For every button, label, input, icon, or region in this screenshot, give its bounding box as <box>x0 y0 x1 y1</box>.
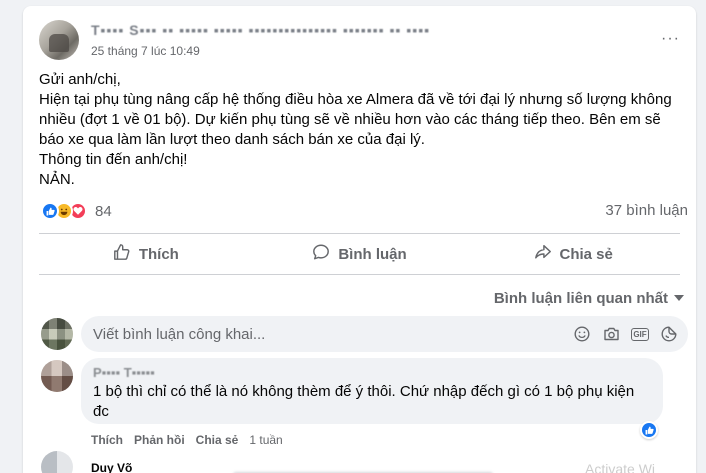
like-label: Thích <box>138 245 179 263</box>
comment-button[interactable]: Bình luận <box>253 236 467 272</box>
like-reaction-icon <box>41 202 59 220</box>
post-timestamp[interactable]: 25 tháng 7 lúc 10:49 <box>91 44 200 58</box>
more-options-button[interactable]: ··· <box>661 30 680 48</box>
commenter-avatar[interactable] <box>41 360 73 392</box>
sticker-icon[interactable] <box>660 325 678 343</box>
comment-sort-dropdown[interactable]: Bình luận liên quan nhất <box>494 290 684 307</box>
share-button[interactable]: Chia sẻ <box>466 236 680 272</box>
comment-input[interactable] <box>93 316 563 352</box>
comment-share-button[interactable]: Chia sẻ <box>196 433 239 447</box>
comment-composer[interactable]: GIF <box>81 316 688 352</box>
activation-watermark: Activate Wi <box>585 461 656 473</box>
divider <box>39 274 680 275</box>
second-commenter-name[interactable]: Duy Võ <box>91 461 132 473</box>
comment-count[interactable]: 37 bình luận <box>605 202 688 219</box>
post-line: Gửi anh/chị, <box>39 71 121 88</box>
smile-icon[interactable] <box>573 325 591 343</box>
post-line: NẢN. <box>39 171 75 188</box>
second-commenter-avatar[interactable] <box>41 451 73 473</box>
comment-sort-label: Bình luận liên quan nhất <box>493 290 668 307</box>
comment-text: 1 bộ thì chỉ có thể là nó không thèm để … <box>93 383 635 420</box>
post-actions-bar: Thích Bình luận Chia sẻ <box>39 236 680 272</box>
post-text: Gửi anh/chị, Hiện tại phụ tùng nâng cấp … <box>39 70 680 190</box>
post-header: T▪▪▪▪ S▪▪▪ ▪▪ ▪▪▪▪▪ ▪▪▪▪▪ ▪▪▪▪▪▪▪▪▪▪▪▪▪▪… <box>39 20 680 64</box>
post-line: Thông tin đến anh/chị! <box>39 151 188 168</box>
share-label: Chia sẻ <box>559 245 613 263</box>
comment-timestamp[interactable]: 1 tuần <box>249 433 282 447</box>
post-card: T▪▪▪▪ S▪▪▪ ▪▪ ▪▪▪▪▪ ▪▪▪▪▪ ▪▪▪▪▪▪▪▪▪▪▪▪▪▪… <box>23 6 696 473</box>
author-avatar[interactable] <box>39 20 79 60</box>
current-user-avatar[interactable] <box>41 318 73 350</box>
comment-bubble: P▪▪▪▪ T▪▪▪▪▪ 1 bộ thì chỉ có thể là nó k… <box>81 358 663 424</box>
post-line: Hiện tại phụ tùng nâng cấp hệ thống điều… <box>39 91 672 148</box>
comment-label: Bình luận <box>338 245 407 263</box>
author-name[interactable]: T▪▪▪▪ S▪▪▪ ▪▪ ▪▪▪▪▪ ▪▪▪▪▪ ▪▪▪▪▪▪▪▪▪▪▪▪▪▪… <box>91 22 430 38</box>
commenter-name[interactable]: P▪▪▪▪ T▪▪▪▪▪ <box>93 365 155 380</box>
camera-icon[interactable] <box>602 325 620 343</box>
like-button[interactable]: Thích <box>39 236 253 272</box>
reaction-summary[interactable]: 84 <box>41 200 112 222</box>
comment-actions: Thích Phản hồi Chia sẻ 1 tuần <box>91 433 283 447</box>
share-icon <box>534 243 552 266</box>
comment-like-button[interactable]: Thích <box>91 433 123 447</box>
comment-reply-button[interactable]: Phản hồi <box>134 433 185 447</box>
comment-like-badge-icon[interactable] <box>640 421 658 439</box>
thumbs-up-icon <box>113 243 131 266</box>
post-time-label[interactable]: 25 tháng 7 lúc 10:49 <box>91 44 200 58</box>
divider <box>39 233 680 234</box>
reaction-count[interactable]: 84 <box>95 203 112 220</box>
comment-icon <box>312 243 330 266</box>
composer-icons: GIF <box>573 325 678 343</box>
caret-down-icon <box>674 295 684 301</box>
gif-icon[interactable]: GIF <box>631 325 649 343</box>
